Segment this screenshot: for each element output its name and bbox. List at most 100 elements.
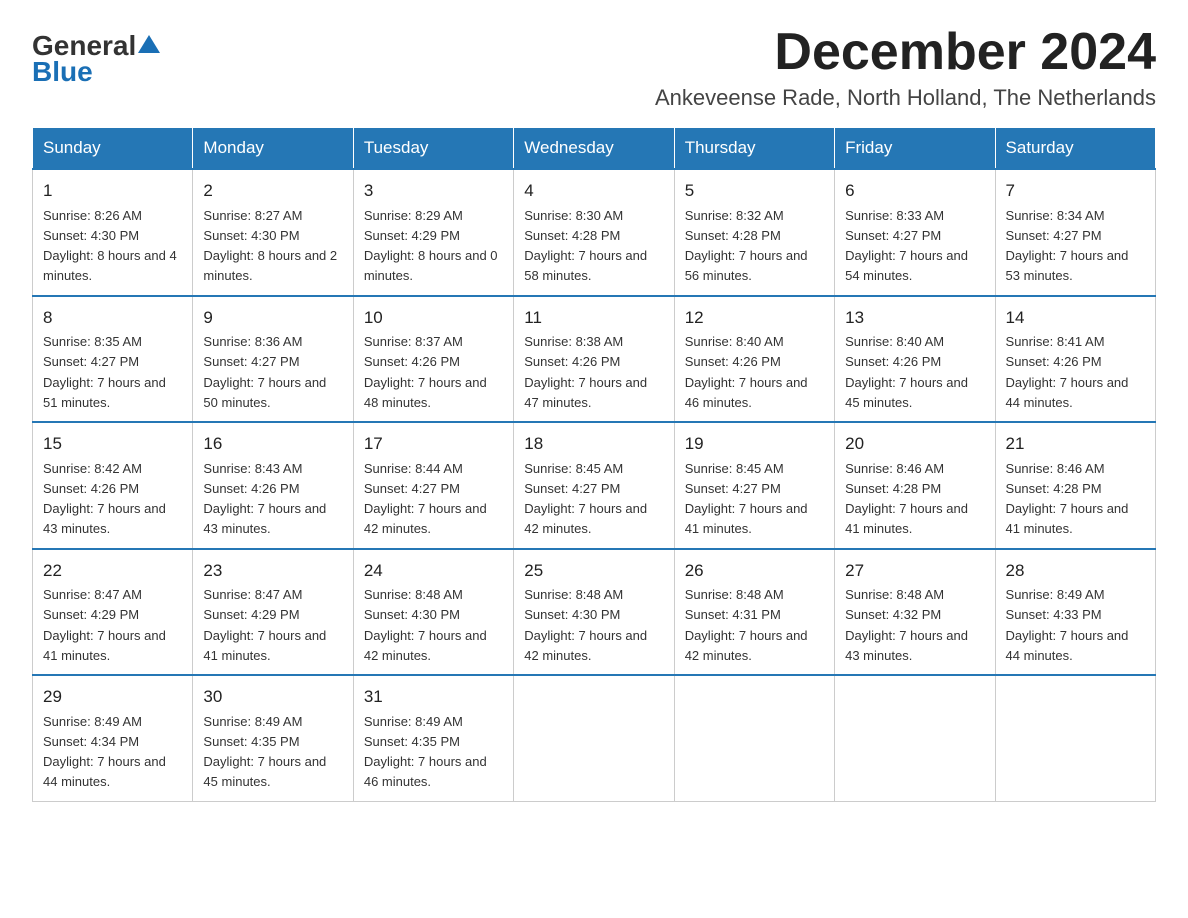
day-info: Sunrise: 8:40 AMSunset: 4:26 PMDaylight:… (685, 334, 808, 410)
calendar-week-row: 1 Sunrise: 8:26 AMSunset: 4:30 PMDayligh… (33, 169, 1156, 296)
calendar-header-row: Sunday Monday Tuesday Wednesday Thursday… (33, 128, 1156, 170)
day-number: 14 (1006, 305, 1145, 331)
logo-triangle-icon (138, 33, 160, 55)
day-number: 27 (845, 558, 984, 584)
day-info: Sunrise: 8:35 AMSunset: 4:27 PMDaylight:… (43, 334, 166, 410)
day-info: Sunrise: 8:34 AMSunset: 4:27 PMDaylight:… (1006, 208, 1129, 284)
col-monday: Monday (193, 128, 353, 170)
day-number: 10 (364, 305, 503, 331)
col-thursday: Thursday (674, 128, 834, 170)
day-number: 8 (43, 305, 182, 331)
day-info: Sunrise: 8:48 AMSunset: 4:32 PMDaylight:… (845, 587, 968, 663)
table-row: 24 Sunrise: 8:48 AMSunset: 4:30 PMDaylig… (353, 549, 513, 676)
day-info: Sunrise: 8:49 AMSunset: 4:34 PMDaylight:… (43, 714, 166, 790)
table-row: 14 Sunrise: 8:41 AMSunset: 4:26 PMDaylig… (995, 296, 1155, 423)
table-row: 28 Sunrise: 8:49 AMSunset: 4:33 PMDaylig… (995, 549, 1155, 676)
table-row: 7 Sunrise: 8:34 AMSunset: 4:27 PMDayligh… (995, 169, 1155, 296)
calendar-table: Sunday Monday Tuesday Wednesday Thursday… (32, 127, 1156, 802)
day-info: Sunrise: 8:42 AMSunset: 4:26 PMDaylight:… (43, 461, 166, 537)
table-row: 8 Sunrise: 8:35 AMSunset: 4:27 PMDayligh… (33, 296, 193, 423)
col-saturday: Saturday (995, 128, 1155, 170)
table-row: 2 Sunrise: 8:27 AMSunset: 4:30 PMDayligh… (193, 169, 353, 296)
table-row: 30 Sunrise: 8:49 AMSunset: 4:35 PMDaylig… (193, 675, 353, 801)
table-row (674, 675, 834, 801)
table-row (995, 675, 1155, 801)
day-info: Sunrise: 8:47 AMSunset: 4:29 PMDaylight:… (203, 587, 326, 663)
day-info: Sunrise: 8:26 AMSunset: 4:30 PMDaylight:… (43, 208, 177, 284)
day-number: 20 (845, 431, 984, 457)
table-row: 1 Sunrise: 8:26 AMSunset: 4:30 PMDayligh… (33, 169, 193, 296)
day-number: 22 (43, 558, 182, 584)
day-number: 25 (524, 558, 663, 584)
day-number: 5 (685, 178, 824, 204)
col-sunday: Sunday (33, 128, 193, 170)
col-tuesday: Tuesday (353, 128, 513, 170)
day-info: Sunrise: 8:33 AMSunset: 4:27 PMDaylight:… (845, 208, 968, 284)
table-row: 19 Sunrise: 8:45 AMSunset: 4:27 PMDaylig… (674, 422, 834, 549)
table-row: 29 Sunrise: 8:49 AMSunset: 4:34 PMDaylig… (33, 675, 193, 801)
day-info: Sunrise: 8:27 AMSunset: 4:30 PMDaylight:… (203, 208, 337, 284)
calendar-week-row: 22 Sunrise: 8:47 AMSunset: 4:29 PMDaylig… (33, 549, 1156, 676)
day-info: Sunrise: 8:38 AMSunset: 4:26 PMDaylight:… (524, 334, 647, 410)
day-number: 2 (203, 178, 342, 204)
day-number: 15 (43, 431, 182, 457)
day-info: Sunrise: 8:40 AMSunset: 4:26 PMDaylight:… (845, 334, 968, 410)
day-info: Sunrise: 8:30 AMSunset: 4:28 PMDaylight:… (524, 208, 647, 284)
table-row: 17 Sunrise: 8:44 AMSunset: 4:27 PMDaylig… (353, 422, 513, 549)
day-info: Sunrise: 8:49 AMSunset: 4:35 PMDaylight:… (203, 714, 326, 790)
day-info: Sunrise: 8:45 AMSunset: 4:27 PMDaylight:… (685, 461, 808, 537)
table-row: 9 Sunrise: 8:36 AMSunset: 4:27 PMDayligh… (193, 296, 353, 423)
day-number: 4 (524, 178, 663, 204)
day-number: 11 (524, 305, 663, 331)
table-row: 27 Sunrise: 8:48 AMSunset: 4:32 PMDaylig… (835, 549, 995, 676)
table-row: 10 Sunrise: 8:37 AMSunset: 4:26 PMDaylig… (353, 296, 513, 423)
table-row: 16 Sunrise: 8:43 AMSunset: 4:26 PMDaylig… (193, 422, 353, 549)
day-number: 17 (364, 431, 503, 457)
table-row: 21 Sunrise: 8:46 AMSunset: 4:28 PMDaylig… (995, 422, 1155, 549)
day-number: 1 (43, 178, 182, 204)
table-row: 26 Sunrise: 8:48 AMSunset: 4:31 PMDaylig… (674, 549, 834, 676)
day-info: Sunrise: 8:46 AMSunset: 4:28 PMDaylight:… (1006, 461, 1129, 537)
day-number: 13 (845, 305, 984, 331)
day-info: Sunrise: 8:41 AMSunset: 4:26 PMDaylight:… (1006, 334, 1129, 410)
table-row: 15 Sunrise: 8:42 AMSunset: 4:26 PMDaylig… (33, 422, 193, 549)
day-number: 31 (364, 684, 503, 710)
day-number: 24 (364, 558, 503, 584)
table-row: 12 Sunrise: 8:40 AMSunset: 4:26 PMDaylig… (674, 296, 834, 423)
calendar-week-row: 29 Sunrise: 8:49 AMSunset: 4:34 PMDaylig… (33, 675, 1156, 801)
table-row (514, 675, 674, 801)
title-block: December 2024 Ankeveense Rade, North Hol… (655, 24, 1156, 111)
day-number: 21 (1006, 431, 1145, 457)
day-info: Sunrise: 8:48 AMSunset: 4:30 PMDaylight:… (524, 587, 647, 663)
table-row: 3 Sunrise: 8:29 AMSunset: 4:29 PMDayligh… (353, 169, 513, 296)
table-row: 13 Sunrise: 8:40 AMSunset: 4:26 PMDaylig… (835, 296, 995, 423)
day-info: Sunrise: 8:48 AMSunset: 4:30 PMDaylight:… (364, 587, 487, 663)
day-number: 18 (524, 431, 663, 457)
table-row: 23 Sunrise: 8:47 AMSunset: 4:29 PMDaylig… (193, 549, 353, 676)
day-info: Sunrise: 8:29 AMSunset: 4:29 PMDaylight:… (364, 208, 498, 284)
day-info: Sunrise: 8:49 AMSunset: 4:35 PMDaylight:… (364, 714, 487, 790)
table-row: 11 Sunrise: 8:38 AMSunset: 4:26 PMDaylig… (514, 296, 674, 423)
location-subtitle: Ankeveense Rade, North Holland, The Neth… (655, 85, 1156, 111)
day-number: 16 (203, 431, 342, 457)
day-number: 12 (685, 305, 824, 331)
logo: General Blue (32, 32, 160, 88)
table-row: 20 Sunrise: 8:46 AMSunset: 4:28 PMDaylig… (835, 422, 995, 549)
table-row: 4 Sunrise: 8:30 AMSunset: 4:28 PMDayligh… (514, 169, 674, 296)
month-year-title: December 2024 (655, 24, 1156, 81)
col-wednesday: Wednesday (514, 128, 674, 170)
day-info: Sunrise: 8:45 AMSunset: 4:27 PMDaylight:… (524, 461, 647, 537)
day-info: Sunrise: 8:46 AMSunset: 4:28 PMDaylight:… (845, 461, 968, 537)
table-row: 18 Sunrise: 8:45 AMSunset: 4:27 PMDaylig… (514, 422, 674, 549)
page-header: General Blue December 2024 Ankeveense Ra… (32, 24, 1156, 111)
day-info: Sunrise: 8:43 AMSunset: 4:26 PMDaylight:… (203, 461, 326, 537)
calendar-week-row: 8 Sunrise: 8:35 AMSunset: 4:27 PMDayligh… (33, 296, 1156, 423)
table-row: 25 Sunrise: 8:48 AMSunset: 4:30 PMDaylig… (514, 549, 674, 676)
day-number: 26 (685, 558, 824, 584)
day-info: Sunrise: 8:49 AMSunset: 4:33 PMDaylight:… (1006, 587, 1129, 663)
day-number: 23 (203, 558, 342, 584)
day-number: 6 (845, 178, 984, 204)
day-info: Sunrise: 8:48 AMSunset: 4:31 PMDaylight:… (685, 587, 808, 663)
calendar-week-row: 15 Sunrise: 8:42 AMSunset: 4:26 PMDaylig… (33, 422, 1156, 549)
table-row: 31 Sunrise: 8:49 AMSunset: 4:35 PMDaylig… (353, 675, 513, 801)
